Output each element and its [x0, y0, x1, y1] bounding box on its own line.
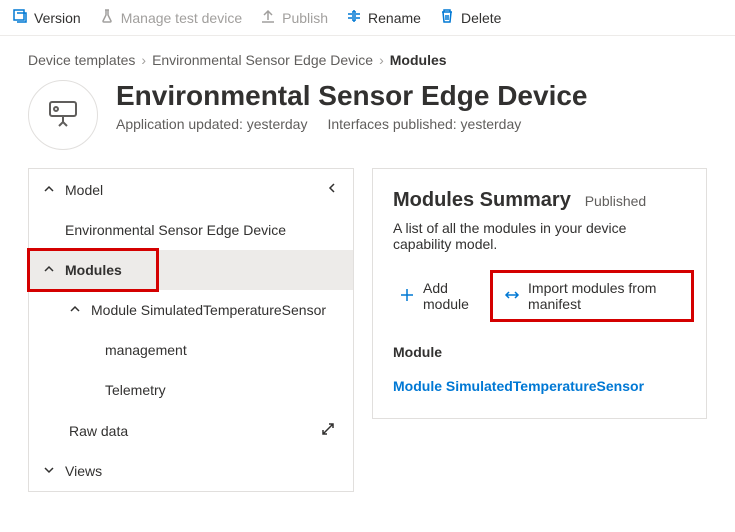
- model-label: Model: [65, 182, 103, 198]
- device-icon: [45, 96, 81, 135]
- chevron-left-icon: [325, 181, 339, 198]
- version-label: Version: [34, 10, 81, 26]
- publish-button: Publish: [260, 8, 328, 27]
- import-modules-button[interactable]: Import modules from manifest: [498, 276, 686, 316]
- import-modules-label: Import modules from manifest: [528, 280, 680, 312]
- sidebar-item-model[interactable]: Model: [29, 169, 353, 210]
- management-label: management: [105, 342, 187, 358]
- sidebar-item-views[interactable]: Views: [29, 451, 353, 491]
- raw-data-label: Raw data: [69, 423, 128, 439]
- add-module-button[interactable]: Add module: [393, 276, 488, 316]
- views-label: Views: [65, 463, 102, 479]
- plus-icon: [399, 287, 415, 306]
- version-icon: [12, 8, 28, 27]
- sidebar-item-raw-data[interactable]: Raw data: [29, 410, 353, 451]
- panel-title: Modules Summary: [393, 189, 571, 212]
- expand-icon[interactable]: [321, 422, 339, 439]
- modules-summary-panel: Modules Summary Published A list of all …: [372, 168, 707, 419]
- chevron-right-icon: ›: [141, 52, 146, 68]
- breadcrumb-current: Modules: [390, 52, 447, 68]
- publish-label: Publish: [282, 10, 328, 26]
- sidebar-item-management[interactable]: management: [29, 330, 353, 370]
- breadcrumb: Device templates › Environmental Sensor …: [0, 36, 735, 72]
- sidebar: Model Environmental Sensor Edge Device M…: [28, 168, 354, 492]
- rename-icon: [346, 8, 362, 27]
- sidebar-item-telemetry[interactable]: Telemetry: [29, 370, 353, 410]
- flask-icon: [99, 8, 115, 27]
- delete-label: Delete: [461, 10, 501, 26]
- panel-description: A list of all the modules in your device…: [393, 220, 686, 252]
- upload-icon: [260, 8, 276, 27]
- chevron-up-icon: [69, 302, 91, 318]
- breadcrumb-root[interactable]: Device templates: [28, 52, 135, 68]
- device-avatar: [28, 80, 98, 150]
- status-badge: Published: [585, 193, 647, 209]
- modules-label: Modules: [65, 262, 122, 278]
- sidebar-item-module-sts[interactable]: Module SimulatedTemperatureSensor: [29, 290, 353, 330]
- breadcrumb-parent[interactable]: Environmental Sensor Edge Device: [152, 52, 373, 68]
- rename-label: Rename: [368, 10, 421, 26]
- device-label: Environmental Sensor Edge Device: [65, 222, 286, 238]
- sidebar-item-modules[interactable]: Modules: [29, 250, 353, 290]
- chevron-up-icon: [43, 262, 65, 278]
- manage-test-label: Manage test device: [121, 10, 242, 26]
- import-icon: [504, 287, 520, 306]
- manage-test-device-button: Manage test device: [99, 8, 242, 27]
- add-module-label: Add module: [423, 280, 482, 312]
- chevron-down-icon: [43, 463, 65, 479]
- module-link[interactable]: Module SimulatedTemperatureSensor: [393, 378, 686, 394]
- version-button[interactable]: Version: [12, 8, 81, 27]
- interfaces-published-text: Interfaces published: yesterday: [327, 116, 521, 132]
- trash-icon: [439, 8, 455, 27]
- module-heading: Module: [393, 344, 686, 360]
- chevron-right-icon: ›: [379, 52, 384, 68]
- sidebar-item-device[interactable]: Environmental Sensor Edge Device: [29, 210, 353, 250]
- rename-button[interactable]: Rename: [346, 8, 421, 27]
- page-title: Environmental Sensor Edge Device: [116, 80, 588, 112]
- telemetry-label: Telemetry: [105, 382, 166, 398]
- delete-button[interactable]: Delete: [439, 8, 501, 27]
- module-sts-label: Module SimulatedTemperatureSensor: [91, 302, 326, 318]
- chevron-up-icon: [43, 182, 65, 198]
- app-updated-text: Application updated: yesterday: [116, 116, 307, 132]
